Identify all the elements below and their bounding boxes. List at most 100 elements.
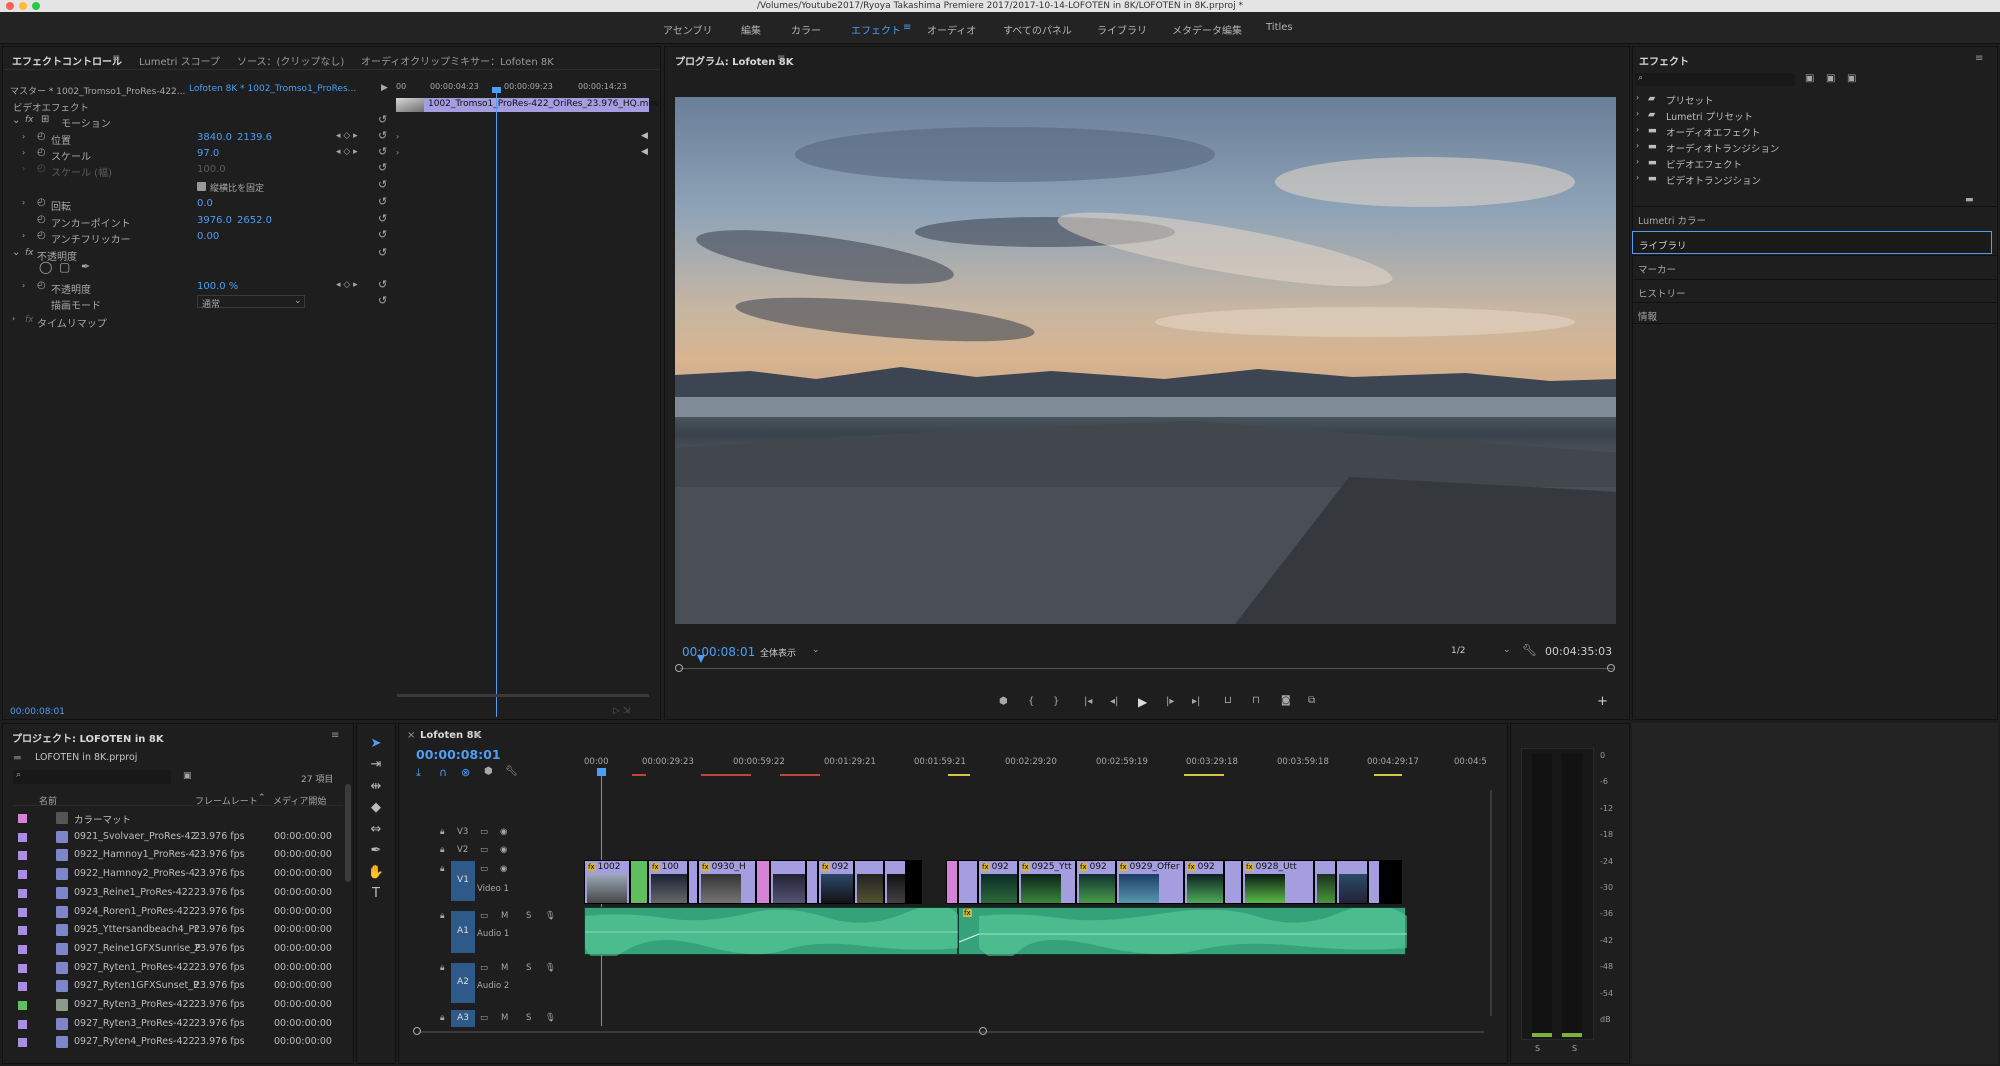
sort-icon[interactable]: ⌃ [258,793,266,803]
project-list-item[interactable]: 0922_Hamnoy1_ProRes-4 23.976 fps 00:00:00:… [14,846,344,864]
play-clip-icon[interactable]: ▶ [381,83,388,93]
reset-icon[interactable]: ↺ [378,113,387,126]
solo-button[interactable]: S [526,911,531,921]
chevron-right-icon[interactable]: › [22,164,25,173]
play-icon[interactable]: ▶ [1138,695,1147,709]
sync-lock-icon[interactable]: ▭ [480,911,488,921]
label-color-swatch[interactable] [18,944,27,954]
track-target-a3[interactable]: A3 [451,1010,475,1027]
label-color-swatch[interactable] [18,832,27,842]
project-list-item[interactable]: 0927_Ryten3_ProRes-422 23.976 fps 00:00:00… [14,996,344,1014]
workspace-menu-icon[interactable]: ≡ [903,22,911,33]
go-to-in-icon[interactable]: |◂ [1084,696,1092,707]
keyframe-icon[interactable]: ◀ [641,131,648,141]
program-scrubber[interactable] [680,668,1614,669]
lock-track-icon[interactable]: 🔒︎ [440,845,445,855]
effects-item-video-effects[interactable]: › ▬ ビデオエフェクト [1636,157,1976,172]
ec-ruler[interactable]: 00 00:00:04:23 00:00:09:23 00:00:14:23 [393,80,652,94]
video-clip[interactable] [756,860,770,904]
track-target-a2[interactable]: A2 [451,963,475,1003]
lock-track-icon[interactable]: 🔒︎ [440,963,445,973]
blend-mode-select[interactable]: 通常 ⌄ [197,295,305,310]
program-playhead[interactable] [697,655,705,663]
panel-menu-icon[interactable]: ≡ [331,730,339,741]
scrubber-start-handle[interactable] [675,664,683,672]
fit-select[interactable]: 全体表示 ⌄ [760,645,824,659]
project-title[interactable]: プロジェクト: LOFOTEN in 8K [12,730,164,745]
project-list-item[interactable]: 0925_Yttersandbeach4_Pr 23.976 fps 00:00:0… [14,921,344,939]
section-history[interactable]: ヒストリー [1632,279,1998,301]
label-color-swatch[interactable] [18,907,27,917]
reset-icon[interactable]: ↺ [378,161,387,174]
project-list-item[interactable]: 0927_Ryten1_ProRes-422 23.976 fps 00:00:00… [14,959,344,977]
video-clip[interactable]: fx 0930_H [698,860,756,904]
program-timecode[interactable]: 00:00:08:01 [682,645,755,659]
video-clip[interactable] [958,860,978,904]
program-monitor-title[interactable]: プログラム: Lofoten 8K [675,53,794,68]
timeline-timecode[interactable]: 00:00:08:01 [416,747,501,762]
video-clip[interactable]: fx 092 [1184,860,1224,904]
chevron-right-icon[interactable]: › [12,314,15,323]
wrench-icon[interactable]: 🔧︎ [505,766,518,777]
stopwatch-icon[interactable]: ◴ [37,280,46,291]
effects-item-audio-effects[interactable]: › ▬ オーディオエフェクト [1636,125,1976,140]
tab-source[interactable]: ソース：(クリップなし) [237,53,344,68]
label-color-swatch[interactable] [18,1038,27,1048]
project-list-item[interactable]: 0922_Hamnoy2_ProRes-4 23.976 fps 00:00:00:… [14,865,344,883]
lock-track-icon[interactable]: 🔒︎ [440,864,445,874]
reset-icon[interactable]: ↺ [378,178,387,191]
lock-track-icon[interactable]: 🔒︎ [440,1013,445,1023]
extract-icon[interactable]: ⊓ [1252,695,1260,706]
slip-tool-icon[interactable]: ⇔ [366,822,386,840]
razor-tool-icon[interactable]: ◆ [366,800,386,818]
reset-icon[interactable]: ↺ [378,278,387,291]
ec-clip-bar[interactable]: 1002_Tromso1_ProRes-422_OriRes_23.976_HQ… [396,98,659,112]
ec-playhead[interactable] [496,87,497,717]
section-lumetri-color[interactable]: Lumetri カラー [1632,206,1998,228]
stopwatch-icon[interactable]: ◴ [37,230,46,241]
resolution-select[interactable]: 1/2 ⌄ [1451,645,1515,659]
keyframe-nav-icon[interactable]: ◂ ◇ ▸ [336,131,358,141]
pen-tool-icon[interactable]: ✒ [366,843,386,861]
project-list-item[interactable]: 0927_Reine1GFXSunrise_P 23.976 fps 00:00:0… [14,940,344,958]
chevron-down-icon[interactable]: ⌄ [12,115,20,126]
timeline-playhead-handle[interactable] [597,768,606,776]
video-clip[interactable]: fx 092 [818,860,854,904]
add-marker-icon[interactable]: ⬢ [484,766,493,777]
mute-button[interactable]: M [501,963,508,973]
video-clip[interactable] [946,860,958,904]
pen-mask-icon[interactable]: ✒ [81,260,90,273]
video-clip[interactable] [770,860,806,904]
reset-icon[interactable]: ↺ [378,129,387,142]
sync-lock-icon[interactable]: ▭ [480,845,488,855]
workspace-metadata[interactable]: メタデータ編集 [1172,22,1242,37]
video-clip[interactable]: fx 092 [1076,860,1116,904]
effects-item-lumetri-presets[interactable]: › ▰ Lumetri プリセット [1636,109,1976,124]
solo-right-button[interactable]: S [1572,1044,1577,1053]
workspace-edit[interactable]: 編集 [741,22,761,37]
label-color-swatch[interactable] [18,1019,27,1029]
label-color-swatch[interactable] [18,851,27,861]
workspace-titles[interactable]: Titles [1266,22,1293,33]
close-window-button[interactable] [6,2,14,10]
workspace-audio[interactable]: オーディオ [927,22,976,37]
section-info[interactable]: 情報 [1632,302,1998,324]
project-list-item[interactable]: 0927_Ryten1GFXSunset_P 23.976 fps 00:00:00… [14,977,344,995]
video-clip[interactable] [1336,860,1368,904]
new-bin-icon[interactable]: ▬ [1965,195,1974,205]
position-x-value[interactable]: 3840.0 [197,132,232,143]
opacity-value[interactable]: 100.0 % [197,281,238,292]
reset-icon[interactable]: ↺ [378,246,387,259]
voice-over-record-icon[interactable]: 🎙︎ [545,1013,556,1023]
video-clip[interactable]: fx 0928_Utt [1242,860,1314,904]
anchor-y-value[interactable]: 2652.0 [237,215,272,226]
wrench-icon[interactable]: 🔧︎ [1522,643,1537,657]
zoom-window-button[interactable] [32,2,40,10]
video-clip[interactable] [630,860,648,904]
video-clip[interactable]: fx 092 [978,860,1018,904]
export-frame-icon[interactable]: ▷ ⇲ [613,706,630,716]
mute-button[interactable]: M [501,1013,508,1023]
solo-button[interactable]: S [526,1013,531,1023]
nest-icon[interactable]: ⤓ [416,766,421,780]
chevron-right-icon[interactable]: › [22,148,25,157]
